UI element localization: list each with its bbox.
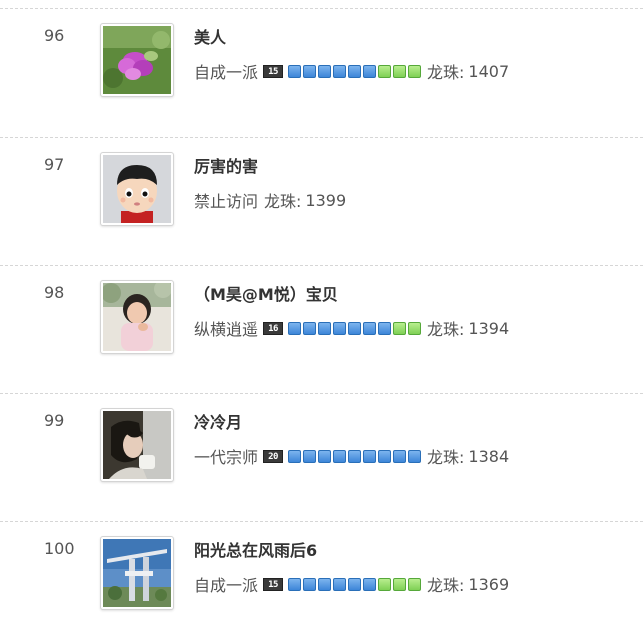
rank-number: 96 xyxy=(44,26,65,45)
score-label: 龙珠: xyxy=(264,192,302,211)
list-item: 96 美人 自成一派 15 龙珠: 1407 xyxy=(0,8,643,136)
progress-block-green xyxy=(393,64,407,78)
progress-block-blue xyxy=(288,449,302,463)
child-avatar-image xyxy=(103,283,171,351)
progress-block-green xyxy=(378,64,392,78)
progress-block-blue xyxy=(348,321,362,335)
user-meta: 纵横逍遥 16 龙珠: 1394 xyxy=(194,316,509,340)
score-value: 1384 xyxy=(468,446,510,466)
level-progress-blocks xyxy=(288,577,422,591)
progress-block-blue xyxy=(333,577,347,591)
progress-block-blue xyxy=(333,449,347,463)
progress-block-blue xyxy=(348,577,362,591)
user-title: 纵横逍遥 xyxy=(194,320,259,339)
structure-avatar-image xyxy=(103,539,171,607)
user-name[interactable]: 厉害的害 xyxy=(194,153,258,177)
avatar[interactable] xyxy=(100,536,174,610)
score-label: 龙珠: xyxy=(427,320,465,339)
rank-number: 99 xyxy=(44,411,65,430)
user-meta: 禁止访问 龙珠: 1399 xyxy=(194,188,346,212)
score-value: 1394 xyxy=(468,318,510,338)
progress-block-blue xyxy=(333,321,347,335)
user-title: 一代宗师 xyxy=(194,448,259,467)
progress-block-blue xyxy=(378,449,392,463)
user-title: 禁止访问 xyxy=(194,192,259,211)
user-name[interactable]: 冷冷月 xyxy=(194,409,242,433)
user-name[interactable]: 美人 xyxy=(194,24,226,48)
flower-avatar-image xyxy=(103,26,171,94)
level-badge: 15 xyxy=(263,577,284,591)
list-item: 99 冷冷月 一代宗师 20 龙珠: 1384 xyxy=(0,393,643,521)
progress-block-blue xyxy=(318,449,332,463)
user-meta: 自成一派 15 龙珠: 1407 xyxy=(194,59,509,83)
avatar[interactable] xyxy=(100,152,174,226)
score-value: 1399 xyxy=(305,190,347,210)
rank-number: 98 xyxy=(44,283,65,302)
progress-block-blue xyxy=(363,64,377,78)
progress-block-blue xyxy=(348,449,362,463)
level-badge: 20 xyxy=(263,449,284,463)
rank-number: 97 xyxy=(44,155,65,174)
list-item: 97 厉害的害 禁止访问 龙珠: 1399 xyxy=(0,137,643,265)
progress-block-green xyxy=(408,577,422,591)
progress-block-blue xyxy=(408,449,422,463)
avatar[interactable] xyxy=(100,408,174,482)
progress-block-blue xyxy=(318,64,332,78)
list-item: 98 （M昊@M悦）宝贝 纵横逍遥 16 龙珠: 1394 xyxy=(0,265,643,393)
user-meta: 自成一派 15 龙珠: 1369 xyxy=(194,572,509,596)
progress-block-green xyxy=(408,64,422,78)
progress-block-green xyxy=(393,577,407,591)
progress-block-blue xyxy=(363,577,377,591)
progress-block-blue xyxy=(363,449,377,463)
score-label: 龙珠: xyxy=(427,576,465,595)
user-name[interactable]: （M昊@M悦）宝贝 xyxy=(194,281,338,305)
avatar[interactable] xyxy=(100,280,174,354)
progress-block-blue xyxy=(333,64,347,78)
user-title: 自成一派 xyxy=(194,576,259,595)
progress-block-blue xyxy=(288,321,302,335)
progress-block-blue xyxy=(303,64,317,78)
score-label: 龙珠: xyxy=(427,63,465,82)
score-label: 龙珠: xyxy=(427,448,465,467)
progress-block-blue xyxy=(318,577,332,591)
progress-block-blue xyxy=(288,577,302,591)
level-badge: 15 xyxy=(263,64,284,78)
avatar[interactable] xyxy=(100,23,174,97)
user-title: 自成一派 xyxy=(194,63,259,82)
user-name[interactable]: 阳光总在风雨后6 xyxy=(194,537,317,561)
level-progress-blocks xyxy=(288,64,422,78)
progress-block-blue xyxy=(348,64,362,78)
progress-block-blue xyxy=(288,64,302,78)
level-progress-blocks xyxy=(288,449,422,463)
level-badge: 16 xyxy=(263,321,284,335)
rank-number: 100 xyxy=(44,539,75,558)
cartoon-avatar-image xyxy=(103,155,171,223)
progress-block-blue xyxy=(318,321,332,335)
score-value: 1369 xyxy=(468,574,510,594)
progress-block-blue xyxy=(303,321,317,335)
progress-block-blue xyxy=(393,449,407,463)
progress-block-green xyxy=(378,577,392,591)
list-item: 100 阳光总在风雨后6 自成一派 15 龙珠: 1369 xyxy=(0,521,643,643)
progress-block-blue xyxy=(303,449,317,463)
user-meta: 一代宗师 20 龙珠: 1384 xyxy=(194,444,509,468)
woman-avatar-image xyxy=(103,411,171,479)
progress-block-green xyxy=(393,321,407,335)
progress-block-blue xyxy=(363,321,377,335)
progress-block-blue xyxy=(378,321,392,335)
progress-block-blue xyxy=(303,577,317,591)
ranking-list: 96 美人 自成一派 15 龙珠: 1407 97 厉害的害 禁止访问 龙珠: … xyxy=(0,0,643,643)
score-value: 1407 xyxy=(468,61,510,81)
progress-block-green xyxy=(408,321,422,335)
level-progress-blocks xyxy=(288,321,422,335)
